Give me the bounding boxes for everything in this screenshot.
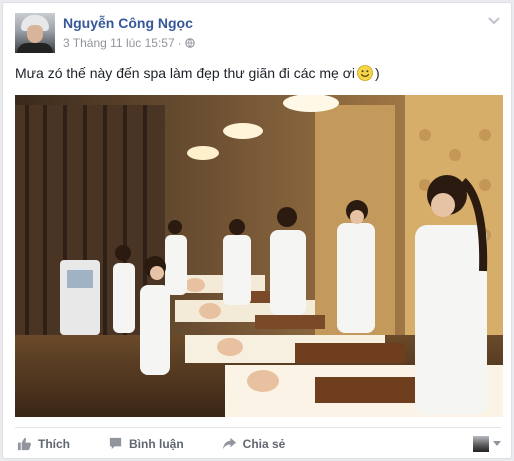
share-arrow-icon (222, 437, 236, 450)
share-button[interactable]: Chia sẻ (222, 432, 286, 456)
chevron-down-icon[interactable] (487, 15, 501, 27)
author-avatar[interactable] (15, 13, 55, 53)
post-timestamp[interactable]: 3 Tháng 11 lúc 15:57 (63, 36, 175, 50)
post-body: Mưa zó thế này đến spa làm đẹp thư giãn … (15, 65, 380, 81)
post-text-end: ) (375, 65, 380, 81)
post-actions-bar: Thích Bình luận Chia sẻ (15, 427, 501, 459)
caret-down-icon (493, 441, 501, 446)
author-name-link[interactable]: Nguyễn Công Ngọc (63, 15, 193, 31)
thumbs-up-icon (17, 437, 31, 451)
meta-separator: · (177, 36, 182, 50)
comment-icon (109, 437, 122, 450)
comment-label: Bình luận (129, 436, 184, 451)
like-button[interactable]: Thích (17, 432, 70, 456)
comment-button[interactable]: Bình luận (108, 432, 184, 456)
share-label: Chia sẻ (242, 436, 286, 451)
post-text: Mưa zó thế này đến spa làm đẹp thư giãn … (15, 65, 355, 81)
photo-illustration (15, 95, 503, 417)
viewer-avatar (473, 435, 489, 452)
post-as-selector[interactable] (473, 435, 501, 452)
like-label: Thích (38, 436, 70, 451)
post-meta: 3 Tháng 11 lúc 15:57 · (63, 36, 195, 50)
spa-treatment-room-photo[interactable] (15, 95, 503, 417)
post-card: Nguyễn Công Ngọc 3 Tháng 11 lúc 15:57 · … (2, 2, 512, 459)
globe-icon[interactable] (184, 38, 195, 48)
smile-emoji-icon (357, 65, 373, 81)
